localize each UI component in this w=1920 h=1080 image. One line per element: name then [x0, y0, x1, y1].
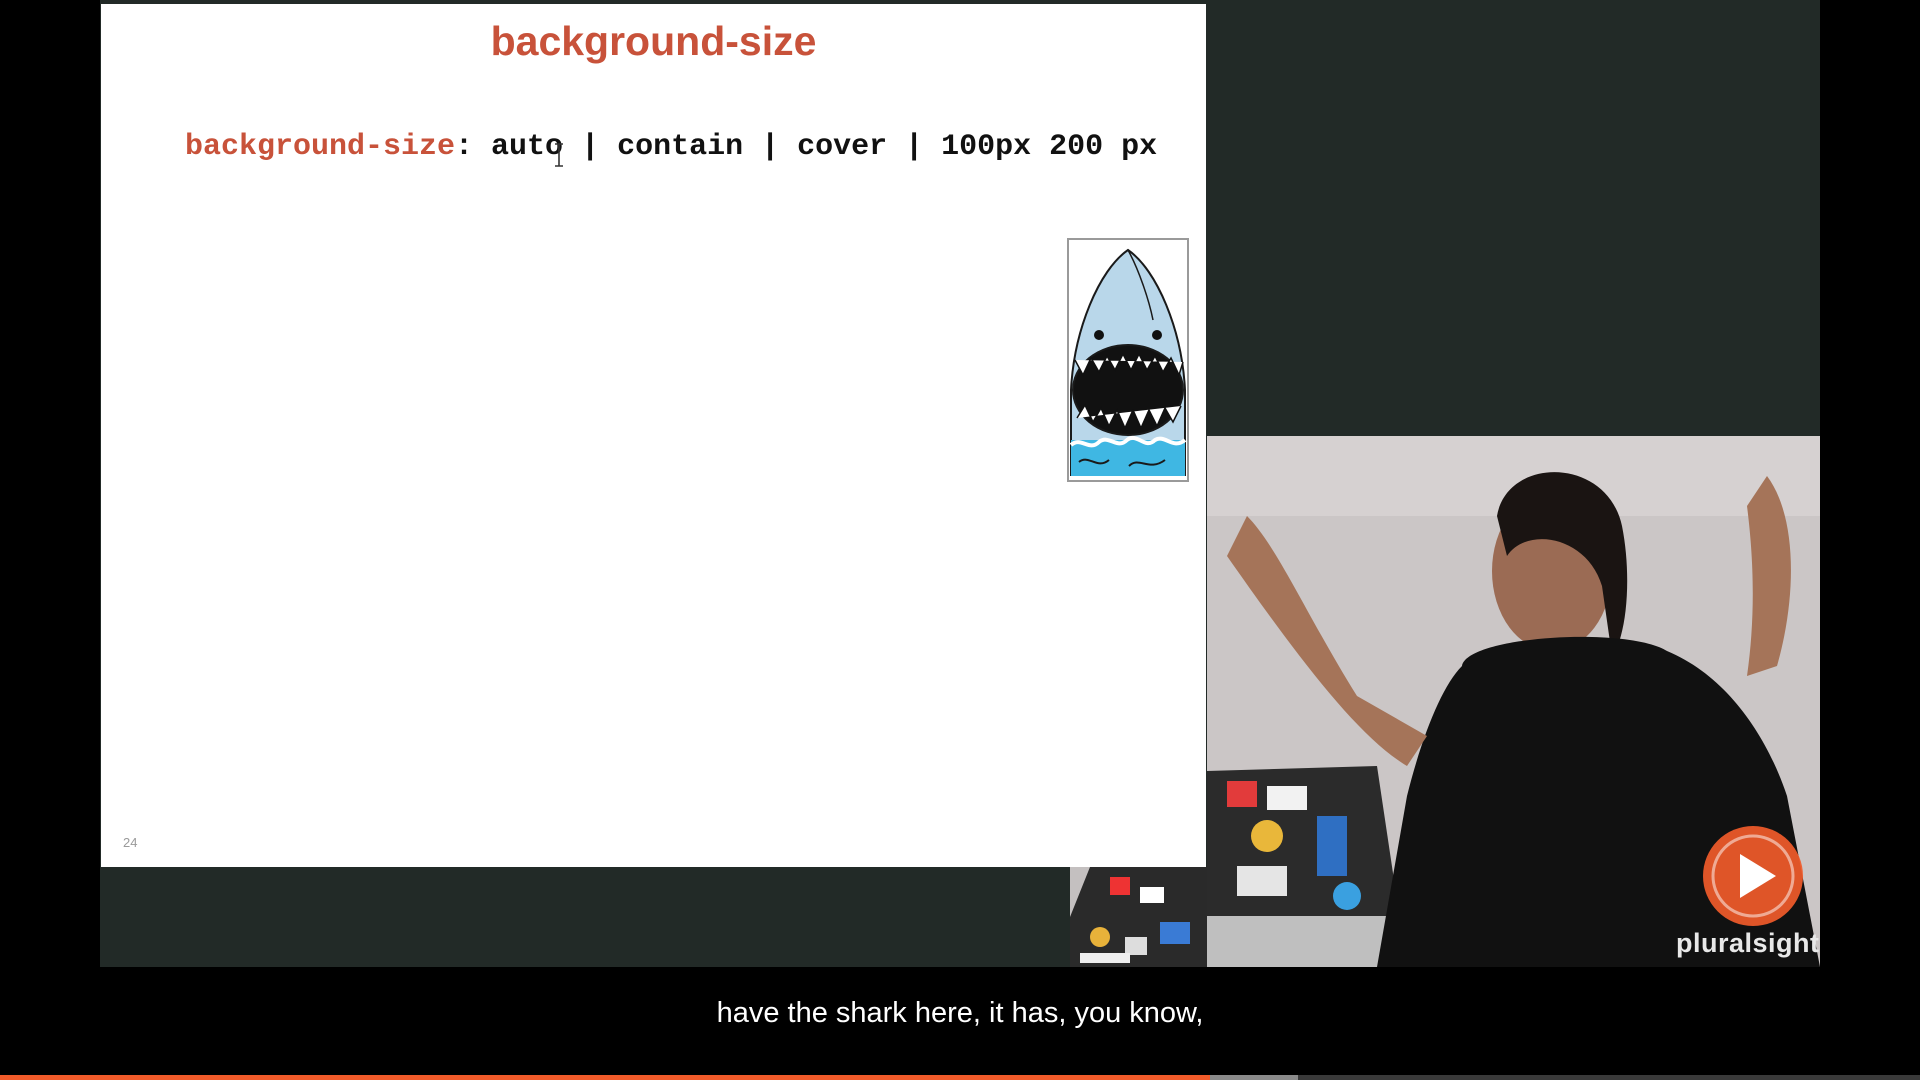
text-cursor-icon — [555, 143, 563, 167]
video-progress-bar[interactable] — [0, 1075, 1920, 1080]
subtitle-bar: have the shark here, it has, you know, — [0, 967, 1920, 1075]
presentation-slide: background-size background-size: auto | … — [101, 4, 1206, 867]
slide-title: background-size — [490, 18, 817, 64]
shark-image — [1067, 238, 1189, 482]
code-line: background-size: auto | contain | cover … — [185, 132, 1185, 163]
code-property: background-size — [185, 130, 456, 164]
pluralsight-logo: pluralsight — [1676, 928, 1820, 958]
video-frame[interactable]: background-size background-size: auto | … — [100, 0, 1820, 967]
laptop-image — [1070, 867, 1207, 967]
subtitle-text: have the shark here, it has, you know, — [716, 997, 1204, 1029]
shark-icon — [1069, 240, 1187, 480]
slide-number: 24 — [123, 835, 138, 850]
progress-played — [0, 1075, 1210, 1080]
